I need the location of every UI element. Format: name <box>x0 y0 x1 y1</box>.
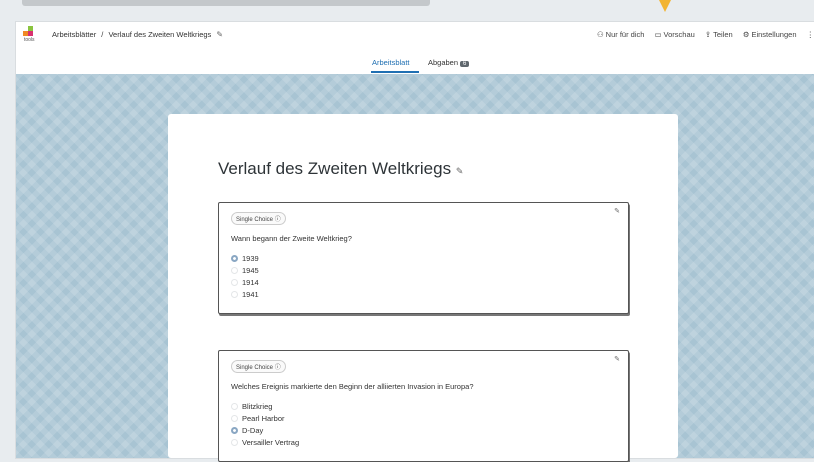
gear-icon: ⚙ <box>743 30 750 39</box>
radio-icon[interactable] <box>231 267 238 274</box>
tab-bar: Arbeitsblatt Abgaben6 <box>16 52 814 72</box>
radio-selected-icon[interactable] <box>231 255 238 262</box>
breadcrumb-separator: / <box>101 30 103 39</box>
answer-option[interactable]: Blitzkrieg <box>231 400 299 412</box>
option-label: Pearl Harbor <box>242 414 285 423</box>
option-label: D-Day <box>242 426 263 435</box>
tab-abgaben[interactable]: Abgaben6 <box>428 58 469 67</box>
answer-option[interactable]: Pearl Harbor <box>231 412 299 424</box>
answer-option[interactable]: 1941 <box>231 288 259 300</box>
question-type-chip: Single Choice ⓘ <box>231 360 286 373</box>
settings-label: Einstellungen <box>751 30 796 39</box>
breadcrumb-current: Verlauf des Zweiten Weltkriegs <box>108 30 211 39</box>
share-label: Teilen <box>713 30 733 39</box>
question-type-chip: Single Choice ⓘ <box>231 212 286 225</box>
radio-icon[interactable] <box>231 291 238 298</box>
share-icon: ⇪ <box>705 30 711 39</box>
edit-question-icon[interactable]: ✎ <box>614 355 620 363</box>
notification-marker <box>659 0 671 12</box>
option-label: 1914 <box>242 278 259 287</box>
radio-selected-icon[interactable] <box>231 427 238 434</box>
answer-option[interactable]: 1939 <box>231 252 259 264</box>
answer-option[interactable]: 1945 <box>231 264 259 276</box>
person-icon: ⚇ <box>597 30 604 39</box>
answer-option[interactable]: D-Day <box>231 424 299 436</box>
worksheet-title[interactable]: Verlauf des Zweiten Weltkriegs ✎ <box>218 159 463 179</box>
worksheet-canvas: Verlauf des Zweiten Weltkriegs ✎ Single … <box>16 74 814 458</box>
outer-top-bar <box>22 0 430 6</box>
radio-icon[interactable] <box>231 279 238 286</box>
option-label: Versailler Vertrag <box>242 438 299 447</box>
option-label: 1941 <box>242 290 259 299</box>
share-button[interactable]: ⇪Teilen <box>705 30 733 39</box>
question-text: Welches Ereignis markierte den Beginn de… <box>231 382 474 391</box>
radio-icon[interactable] <box>231 403 238 410</box>
edit-question-icon[interactable]: ✎ <box>614 207 620 215</box>
active-tab-indicator <box>371 71 419 73</box>
tab-arbeitsblatt[interactable]: Arbeitsblatt <box>372 58 410 67</box>
worksheet-title-text: Verlauf des Zweiten Weltkriegs <box>218 159 451 178</box>
edit-title-icon[interactable]: ✎ <box>216 30 223 39</box>
radio-icon[interactable] <box>231 415 238 422</box>
top-bar: tools Arbeitsblätter / Verlauf des Zweit… <box>16 22 814 48</box>
preview-icon: ▭ <box>654 30 661 39</box>
pencil-icon[interactable]: ✎ <box>456 166 464 176</box>
answer-option[interactable]: 1914 <box>231 276 259 288</box>
settings-button[interactable]: ⚙Einstellungen <box>743 30 797 39</box>
worksheet-paper: Verlauf des Zweiten Weltkriegs ✎ Single … <box>168 114 678 458</box>
question-card[interactable]: Single Choice ⓘ ✎ Wann begann der Zweite… <box>218 202 629 314</box>
preview-button[interactable]: ▭Vorschau <box>654 30 694 39</box>
count-badge: 6 <box>460 61 469 67</box>
app-logo-icon[interactable]: tools <box>23 26 37 44</box>
question-card[interactable]: Single Choice ⓘ ✎ Welches Ereignis marki… <box>218 350 629 462</box>
breadcrumb: Arbeitsblätter / Verlauf des Zweiten Wel… <box>52 30 226 39</box>
tab-abgaben-label: Abgaben <box>428 58 458 67</box>
preview-label: Vorschau <box>664 30 695 39</box>
logo-square <box>28 31 33 36</box>
question-text: Wann begann der Zweite Weltkrieg? <box>231 234 352 243</box>
answer-options: Blitzkrieg Pearl Harbor D-Day Versailler… <box>231 400 299 448</box>
more-menu-icon[interactable]: ⋮ <box>807 30 814 39</box>
answer-option[interactable]: Versailler Vertrag <box>231 436 299 448</box>
breadcrumb-item[interactable]: Arbeitsblätter <box>52 30 96 39</box>
visibility-label: Nur für dich <box>606 30 645 39</box>
option-label: 1939 <box>242 254 259 263</box>
header-actions: ⚇Nur für dich ▭Vorschau ⇪Teilen ⚙Einstel… <box>597 30 814 39</box>
option-label: Blitzkrieg <box>242 402 272 411</box>
radio-icon[interactable] <box>231 439 238 446</box>
option-label: 1945 <box>242 266 259 275</box>
answer-options: 1939 1945 1914 1941 <box>231 252 259 300</box>
logo-text: tools <box>24 37 35 43</box>
app-window: tools Arbeitsblätter / Verlauf des Zweit… <box>16 22 814 458</box>
visibility-button[interactable]: ⚇Nur für dich <box>597 30 645 39</box>
